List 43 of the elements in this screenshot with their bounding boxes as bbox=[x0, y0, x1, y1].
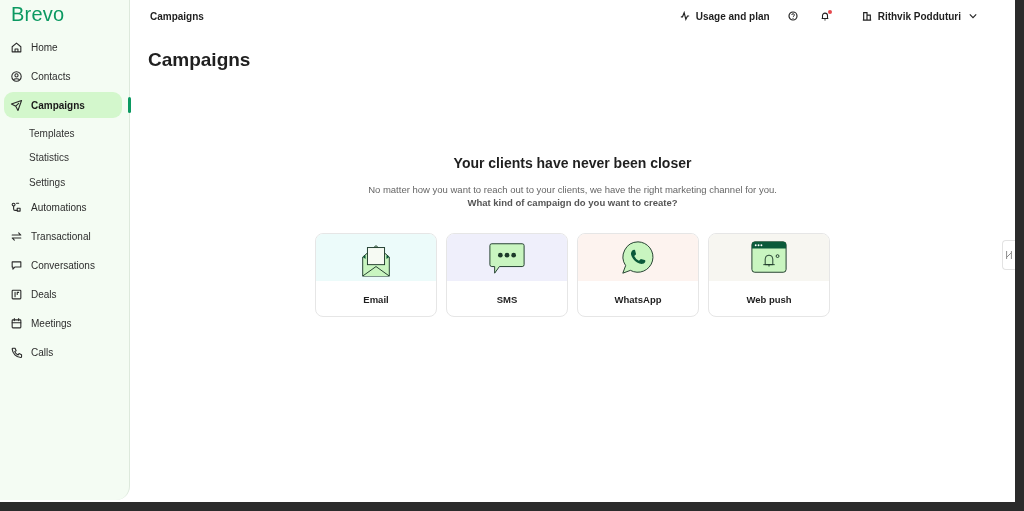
channel-card[interactable]: Web push bbox=[708, 233, 830, 317]
activity-icon bbox=[679, 11, 690, 21]
card-label: Web push bbox=[746, 294, 792, 305]
card-label: WhatsApp bbox=[614, 294, 662, 305]
nav-subitem[interactable]: Templates bbox=[4, 121, 75, 146]
building-icon bbox=[861, 11, 872, 21]
flow-icon bbox=[10, 201, 23, 214]
empty-state-question: What kind of campaign do you want to create? bbox=[467, 197, 678, 208]
nav-subitem[interactable]: Settings bbox=[4, 170, 66, 195]
calendar-icon bbox=[10, 317, 23, 330]
page-title: Campaigns bbox=[148, 49, 251, 71]
side-panel-toggle[interactable] bbox=[1002, 240, 1015, 270]
breadcrumb: Campaigns bbox=[150, 10, 204, 22]
nav-item[interactable]: Home bbox=[4, 34, 122, 60]
empty-state-heading: Your clients have never been closer bbox=[453, 155, 692, 171]
chevron-down-icon bbox=[969, 13, 977, 19]
arrows-icon bbox=[10, 230, 23, 243]
phone-icon bbox=[10, 346, 23, 359]
active-indicator bbox=[128, 97, 131, 113]
channel-card[interactable]: WhatsApp bbox=[577, 233, 699, 317]
collapse-icon bbox=[1005, 250, 1013, 260]
account-menu[interactable]: Rithvik Podduturi bbox=[858, 7, 980, 25]
nav-subitem[interactable]: Statistics bbox=[4, 145, 69, 170]
card-label: Email bbox=[363, 294, 389, 305]
board-icon bbox=[10, 288, 23, 301]
channel-card[interactable]: Email bbox=[315, 233, 437, 317]
person-circle-icon bbox=[10, 69, 23, 83]
nav-item[interactable]: Calls bbox=[4, 339, 122, 366]
nav-item[interactable]: Contacts bbox=[4, 63, 122, 89]
usage-link[interactable]: Usage and plan bbox=[676, 7, 773, 25]
nav-item[interactable]: Transactional bbox=[4, 223, 122, 250]
bell-icon bbox=[819, 11, 830, 21]
nav-item[interactable]: Deals bbox=[4, 281, 122, 308]
home-icon bbox=[10, 40, 23, 54]
nav-item[interactable]: Automations bbox=[4, 194, 122, 221]
nav-item[interactable]: Meetings bbox=[4, 310, 122, 337]
help-icon bbox=[787, 11, 798, 21]
chat-icon bbox=[10, 259, 23, 272]
empty-state-text: No matter how you want to reach out to your clients, we have the right marketing channel for you. bbox=[368, 184, 777, 195]
paper-plane-icon bbox=[10, 98, 23, 112]
channel-card[interactable]: SMS bbox=[446, 233, 568, 317]
card-label: SMS bbox=[496, 294, 518, 305]
nav-item[interactable]: Conversations bbox=[4, 252, 122, 279]
